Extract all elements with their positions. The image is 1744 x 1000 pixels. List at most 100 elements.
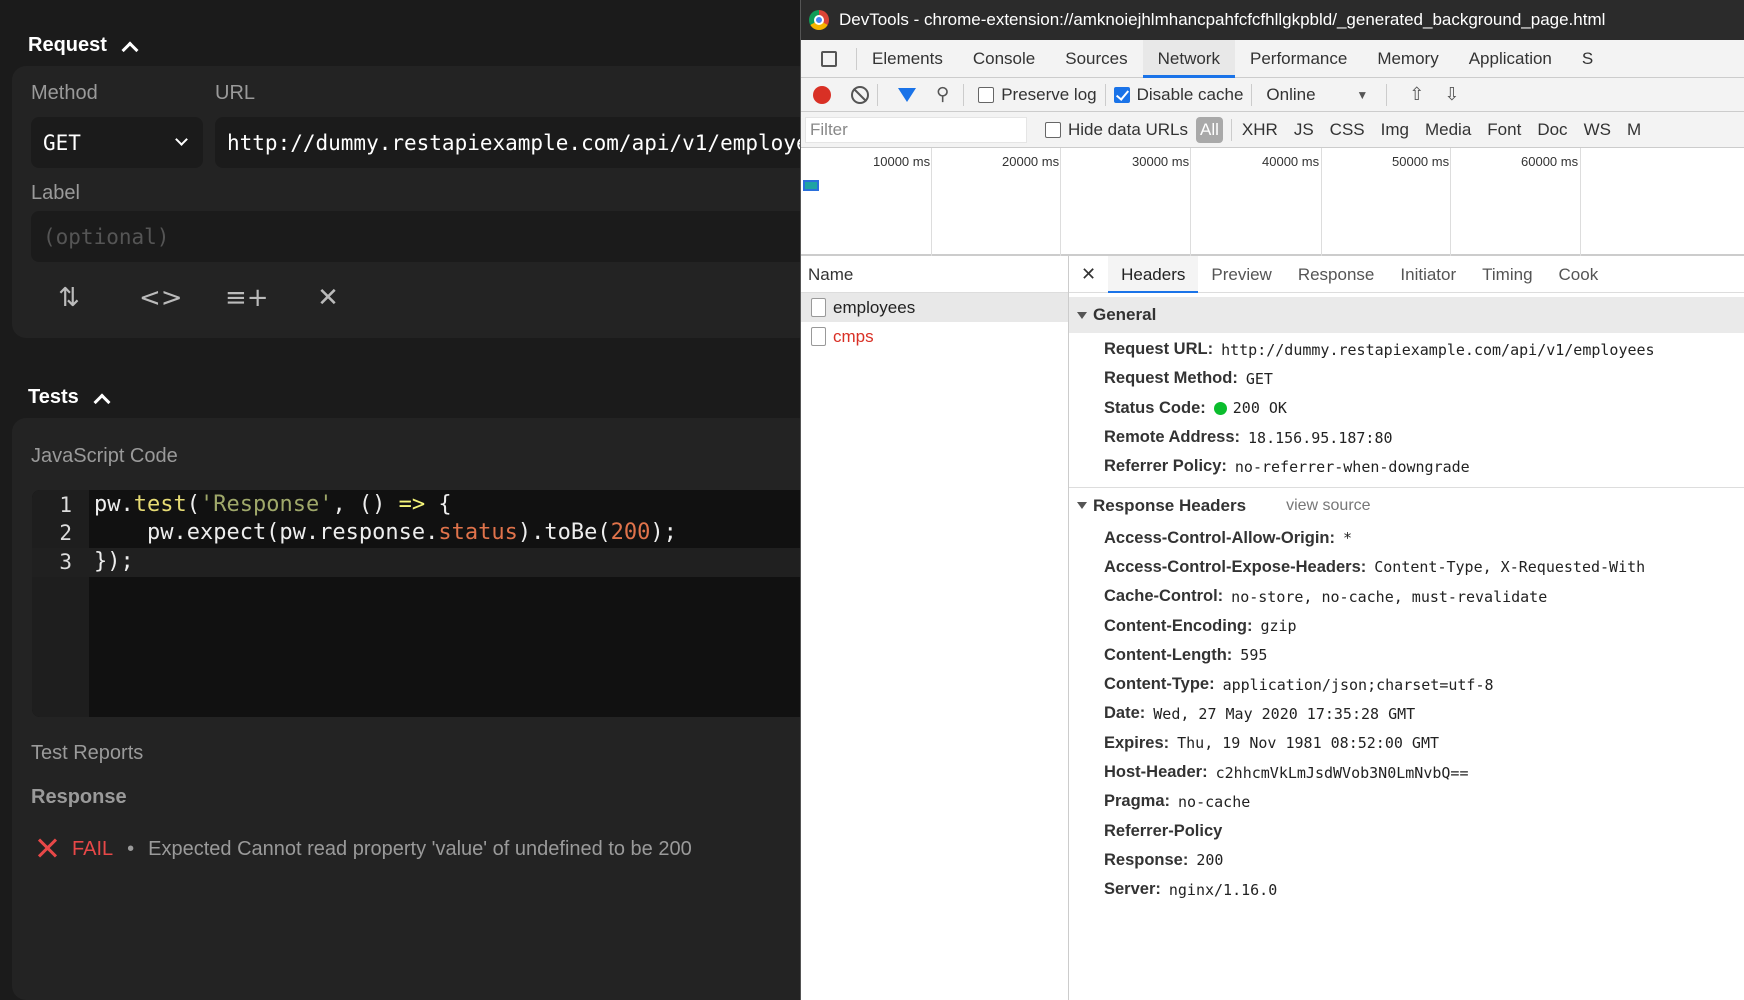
tab-network[interactable]: Network xyxy=(1142,39,1235,78)
header-row: Content-Length: 595 xyxy=(1104,645,1268,665)
code-icon[interactable]: <> xyxy=(139,282,183,314)
timeline-gridline xyxy=(931,148,932,256)
timeline-gridline xyxy=(1580,148,1581,256)
collapse-chevron-icon[interactable] xyxy=(121,38,137,54)
tab-response[interactable]: Response xyxy=(1285,256,1388,293)
tab-cookies[interactable]: Cook xyxy=(1546,256,1612,293)
request-row-cmps[interactable]: cmps xyxy=(801,322,1068,351)
request-section-header[interactable]: Request xyxy=(28,34,137,57)
filter-input[interactable]: Filter xyxy=(805,116,1027,143)
preserve-log-checkbox[interactable] xyxy=(978,86,995,103)
type-filter-all[interactable]: All xyxy=(1196,116,1223,143)
tests-section-header[interactable]: Tests xyxy=(28,386,109,409)
throttling-select[interactable]: Online xyxy=(1266,85,1356,105)
import-har-icon[interactable]: ⇧ xyxy=(1409,84,1424,105)
url-label: URL xyxy=(215,82,256,104)
tab-security[interactable]: S xyxy=(1567,40,1608,78)
type-filter-media[interactable]: Media xyxy=(1425,120,1471,140)
header-row: Cache-Control: no-store, no-cache, must-r… xyxy=(1104,587,1548,606)
header-row: Date: Wed, 27 May 2020 17:35:28 GMT xyxy=(1104,704,1416,723)
window-title: DevTools - chrome-extension://amknoiejhl… xyxy=(839,10,1606,29)
response-headers-section-header[interactable]: Response Headers view source xyxy=(1069,487,1744,523)
clear-icon[interactable]: ✕ xyxy=(312,282,344,314)
network-overview-timeline[interactable]: 10000 ms 20000 ms 30000 ms 40000 ms 5000… xyxy=(801,148,1744,256)
type-filter-css[interactable]: CSS xyxy=(1330,120,1365,140)
tab-memory[interactable]: Memory xyxy=(1362,40,1453,78)
header-row: Response: 200 xyxy=(1104,850,1224,870)
collapse-chevron-icon[interactable] xyxy=(93,390,109,406)
tab-sources[interactable]: Sources xyxy=(1050,40,1142,78)
name-column-header[interactable]: Name xyxy=(801,256,1068,293)
network-filterbar: Filter Hide data URLs All XHR JS CSS Img… xyxy=(801,112,1744,148)
timeline-gridline xyxy=(1450,148,1451,256)
tab-headers[interactable]: Headers xyxy=(1108,256,1199,293)
timeline-gridline xyxy=(1190,148,1191,256)
general-section-header[interactable]: General xyxy=(1069,297,1744,333)
devtools-titlebar[interactable]: DevTools - chrome-extension://amknoiejhl… xyxy=(801,0,1744,40)
tab-console[interactable]: Console xyxy=(958,40,1050,78)
type-filter-font[interactable]: Font xyxy=(1487,120,1521,140)
timeline-tick-label: 40000 ms xyxy=(1262,154,1320,169)
header-row: Pragma: no-cache xyxy=(1104,792,1251,811)
type-filter-ws[interactable]: WS xyxy=(1584,120,1611,140)
request-row-employees[interactable]: employees xyxy=(801,293,1068,322)
clear-icon[interactable] xyxy=(851,85,869,104)
method-value: GET xyxy=(43,130,81,155)
type-filter-doc[interactable]: Doc xyxy=(1537,120,1567,140)
code-line-2: pw.expect(pw.response.status).toBe(200); xyxy=(94,520,677,545)
fail-status: FAIL xyxy=(72,838,114,860)
api-client-app: Request Method URL GET http://dummy.rest… xyxy=(0,0,800,1000)
type-filter-img[interactable]: Img xyxy=(1381,120,1409,140)
type-filter-manifest[interactable]: M xyxy=(1627,120,1641,140)
fail-message: Expected Cannot read property 'value' of… xyxy=(148,838,692,860)
line-number: 2 xyxy=(59,521,72,545)
tests-section-title: Tests xyxy=(28,386,79,408)
file-icon xyxy=(811,298,826,317)
response-headers-title: Response Headers xyxy=(1093,495,1247,515)
filter-icon[interactable] xyxy=(898,87,916,102)
hide-data-urls-checkbox[interactable] xyxy=(1045,121,1061,138)
divider xyxy=(1104,83,1106,106)
timeline-tick-label: 60000 ms xyxy=(1521,154,1579,169)
status-ok-icon xyxy=(1213,401,1227,415)
divider xyxy=(1386,83,1388,106)
dropdown-arrow-icon[interactable]: ▼ xyxy=(1356,88,1368,102)
hide-data-urls-label: Hide data URLs xyxy=(1068,119,1189,139)
code-editor[interactable]: 1 2 3 pw.test('Response', () => { pw.exp… xyxy=(32,490,800,717)
type-filter-xhr[interactable]: XHR xyxy=(1242,120,1278,140)
request-section-title: Request xyxy=(28,34,107,56)
request-timing-bar xyxy=(803,180,819,191)
tab-preview[interactable]: Preview xyxy=(1198,256,1284,293)
preserve-log-label: Preserve log xyxy=(1001,84,1097,104)
method-select[interactable]: GET xyxy=(31,117,203,168)
add-to-list-icon[interactable]: ≡+ xyxy=(225,282,269,314)
code-line-1: pw.test('Response', () => { xyxy=(94,492,452,517)
url-input[interactable]: http://dummy.restapiexample.com/api/v1/e… xyxy=(215,117,800,168)
tab-initiator[interactable]: Initiator xyxy=(1387,256,1469,293)
header-row: Request Method: GET xyxy=(1104,369,1273,388)
header-row: Expires: Thu, 19 Nov 1981 08:52:00 GMT xyxy=(1104,733,1440,753)
response-label: Response xyxy=(31,786,127,808)
general-title: General xyxy=(1093,305,1157,324)
tab-performance[interactable]: Performance xyxy=(1235,40,1362,78)
header-row: Referrer Policy: no-referrer-when-downgra… xyxy=(1104,457,1470,476)
divider xyxy=(963,83,965,106)
inspect-element-icon[interactable] xyxy=(801,50,856,67)
request-panel xyxy=(12,66,800,338)
tab-application[interactable]: Application xyxy=(1454,40,1567,78)
export-har-icon[interactable]: ⇩ xyxy=(1444,84,1459,105)
js-code-label: JavaScript Code xyxy=(31,445,178,467)
record-icon[interactable] xyxy=(813,85,831,104)
line-number: 3 xyxy=(59,550,72,574)
search-icon[interactable]: ⚲ xyxy=(936,84,949,105)
label-input[interactable]: (optional) xyxy=(31,211,800,262)
header-row: Access-Control-Expose-Headers: Content-Ty… xyxy=(1104,557,1646,577)
bullet: • xyxy=(127,838,135,860)
tab-timing[interactable]: Timing xyxy=(1469,256,1545,293)
tab-elements[interactable]: Elements xyxy=(857,40,958,78)
sort-arrows-icon[interactable]: ⇅ xyxy=(53,282,85,314)
view-source-link[interactable]: view source xyxy=(1286,497,1370,515)
type-filter-js[interactable]: JS xyxy=(1294,120,1314,140)
disable-cache-checkbox[interactable] xyxy=(1113,86,1130,103)
close-icon[interactable]: ✕ xyxy=(1069,264,1108,285)
